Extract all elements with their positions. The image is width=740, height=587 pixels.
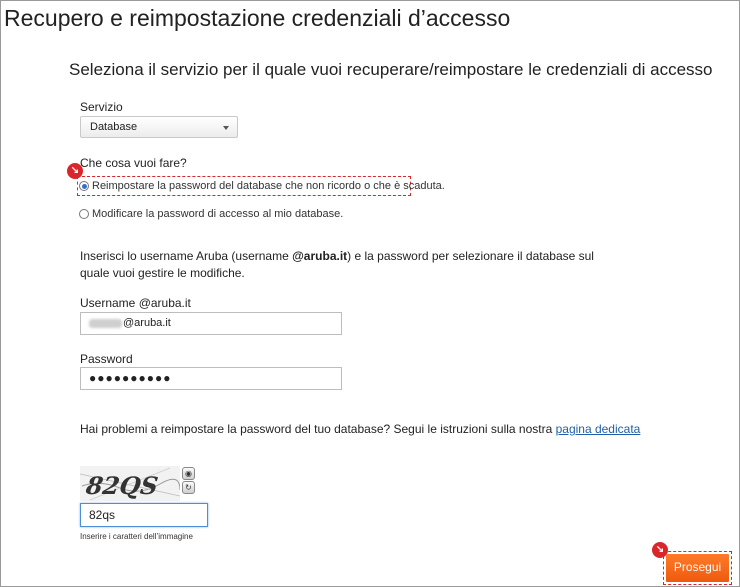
instructions-bold: @aruba.it — [292, 249, 348, 263]
help-text: Hai problemi a reimpostare la password d… — [80, 422, 641, 436]
captcha-input[interactable]: 82qs — [80, 503, 208, 527]
username-input[interactable]: @aruba.it — [80, 312, 342, 335]
radio-option-modify[interactable]: Modificare la password di accesso al mio… — [79, 208, 343, 220]
submit-button[interactable]: Prosegui — [666, 554, 729, 582]
page-title: Recupero e reimpostazione credenziali d’… — [4, 5, 511, 31]
annotation-arrow-icon: ↘ — [67, 163, 83, 179]
password-value: ●●●●●●●●●● — [89, 371, 172, 385]
service-select[interactable]: Database — [80, 116, 238, 138]
password-input[interactable]: ●●●●●●●●●● — [80, 367, 342, 390]
captcha-refresh-icon[interactable]: ↻ — [182, 481, 195, 494]
dedicated-page-link[interactable]: pagina dedicata — [556, 422, 641, 436]
section-subtitle: Seleziona il servizio per il quale vuoi … — [69, 60, 713, 79]
captcha-hint: Inserire i caratteri dell’immagine — [80, 532, 193, 541]
radio-label-reset: Reimpostare la password del database che… — [92, 180, 445, 192]
radio-option-reset[interactable]: Reimpostare la password del database che… — [79, 180, 445, 192]
username-suffix: @aruba.it — [123, 317, 171, 329]
submit-highlight-box: Prosegui — [663, 551, 732, 585]
username-label: Username @aruba.it — [80, 296, 191, 310]
service-select-value: Database — [90, 121, 138, 133]
radio-button-checked[interactable] — [79, 181, 89, 191]
captcha-image: 82QS — [80, 466, 180, 501]
radio-label-modify: Modificare la password di accesso al mio… — [92, 208, 344, 220]
redacted-username — [89, 318, 122, 328]
password-label: Password — [80, 352, 133, 366]
chevron-down-icon — [223, 126, 229, 130]
service-label: Servizio — [80, 100, 123, 114]
radio-button-unchecked[interactable] — [79, 209, 89, 219]
captcha-audio-icon[interactable]: ◉ — [182, 467, 195, 480]
action-question: Che cosa vuoi fare? — [80, 156, 187, 170]
instructions-text: Inserisci lo username Aruba (username @a… — [80, 249, 594, 280]
captcha-input-value: 82qs — [89, 508, 116, 522]
captcha-text: 82QS — [83, 471, 160, 500]
